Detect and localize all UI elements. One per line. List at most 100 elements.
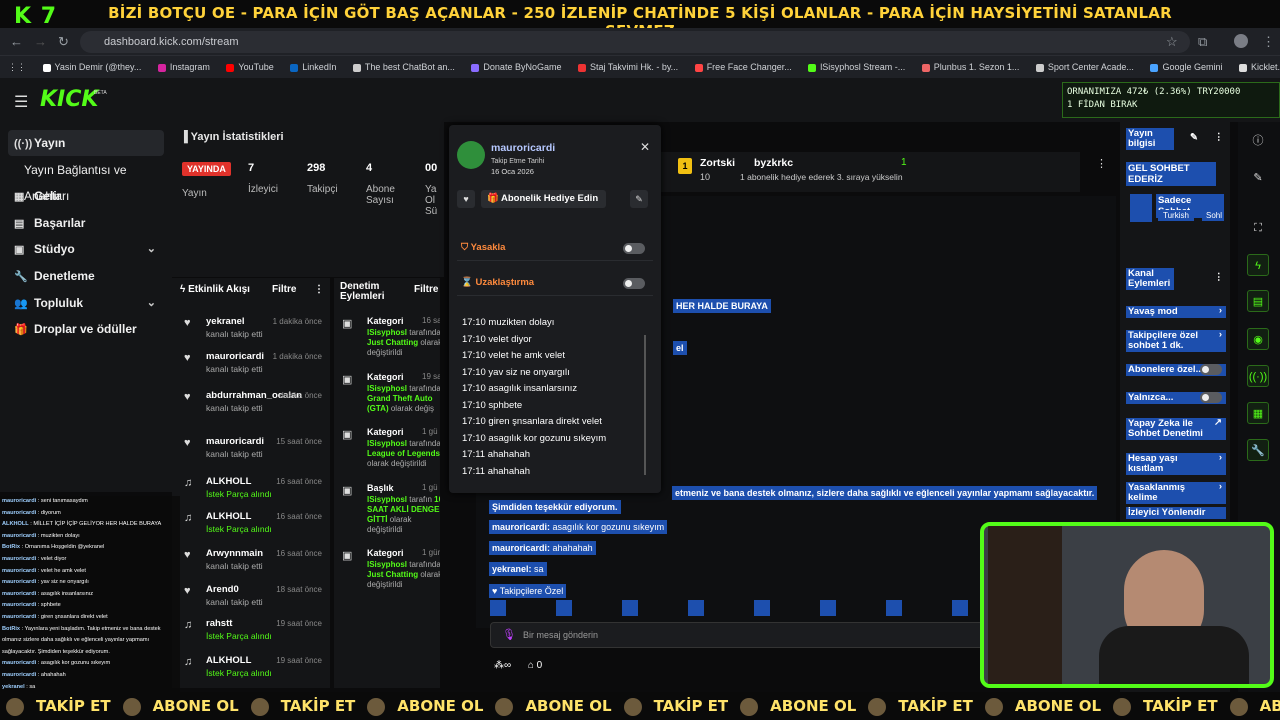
sidebar-item-community[interactable]: 👥 Topluluk ⌄ xyxy=(8,290,164,316)
rank-badge: 1 xyxy=(678,158,692,174)
mic-icon[interactable]: 🎙 xyxy=(502,628,516,641)
pencil-icon[interactable]: ✎ xyxy=(1247,167,1269,189)
chat-icon[interactable]: ◉ xyxy=(1247,328,1269,350)
emote-icon[interactable] xyxy=(820,600,836,616)
emote-icon[interactable] xyxy=(754,600,770,616)
activity-menu-icon[interactable]: ⋮ xyxy=(314,284,324,295)
emote-icon[interactable] xyxy=(490,600,506,616)
bookmark-item[interactable]: The best ChatBot an... xyxy=(352,56,455,78)
timeout-row[interactable]: ⌛ Uzaklaştırma xyxy=(457,270,653,296)
wrench-icon[interactable]: 🔧 xyxy=(1247,439,1269,461)
scrollbar[interactable] xyxy=(644,335,646,475)
animal-icon xyxy=(868,697,887,716)
sidebar-item-revenue[interactable]: ▦ Gelir xyxy=(8,183,164,209)
channel-action[interactable]: Takipçilere özel sohbet 1 dk. › xyxy=(1126,330,1226,352)
address-bar[interactable]: dashboard.kick.com/stream xyxy=(80,31,1190,53)
emote-icon[interactable] xyxy=(952,600,968,616)
bookmark-item[interactable]: Plunbus 1. Sezon 1... xyxy=(921,56,1019,78)
overlay-chat-line: mauroricardi : yav siz ne onyargılı xyxy=(2,579,89,586)
moderation-log-panel: Denetim Eylemleri Filtre ▣ Kategori 16 sa l… xyxy=(334,278,440,688)
user-name[interactable]: mauroricardi xyxy=(491,142,555,154)
k7-logo: K 7 xyxy=(14,4,58,29)
sidebar-item-drops[interactable]: 🎁 Droplar ve ödüller xyxy=(8,316,164,342)
gift-sub-button[interactable]: 🎁 Abonelik Hediye Edin xyxy=(481,190,606,208)
sidebar-item-studio[interactable]: ▣ Stüdyo ⌄ xyxy=(8,236,164,262)
ban-toggle[interactable] xyxy=(623,243,645,254)
sidebar-item-moderation[interactable]: 🔧 Denetleme xyxy=(8,263,164,289)
stream-stats-panel: ▐ Yayın İstatistikleri YAYINDA Yayın 7 İz… xyxy=(172,122,444,277)
bookmark-item[interactable]: LinkedIn xyxy=(290,56,336,78)
animal-icon xyxy=(6,697,24,716)
channel-action[interactable]: Yalnızca... xyxy=(1126,392,1226,404)
user-message: 17:10 giren şnsanlara direkt velet xyxy=(462,416,602,427)
emote-icon[interactable] xyxy=(688,600,704,616)
chat-input[interactable]: Bir mesaj gönderin xyxy=(490,622,990,648)
hamburger-menu-icon[interactable]: ☰ xyxy=(14,92,28,112)
bookmark-item[interactable]: Free Face Changer... xyxy=(694,56,792,78)
back-icon[interactable]: ← xyxy=(10,34,23,49)
channel-action[interactable]: Hesap yaşı kısıtlam › xyxy=(1126,453,1226,475)
channel-action[interactable]: Abonelere özel... xyxy=(1126,364,1226,376)
extensions-icon[interactable]: ⧉ xyxy=(1198,34,1207,50)
document-icon[interactable]: ▤ xyxy=(1247,290,1269,312)
marquee-text: ABONE OL xyxy=(1014,697,1102,715)
apps-icon[interactable]: ⋮⋮ xyxy=(8,56,26,78)
bookmark-item[interactable]: Yasin Demir (@they... xyxy=(42,56,141,78)
user-message: 17:11 ahahahah xyxy=(462,449,530,460)
log-icon: ▣ xyxy=(342,550,353,562)
reload-icon[interactable]: ↻ xyxy=(58,34,69,50)
layout-icon[interactable]: ▦ xyxy=(1247,402,1269,424)
channel-action[interactable]: İzleyici Yönlendir xyxy=(1126,507,1226,519)
sidebar-item-stream[interactable]: ((·)) Yayın xyxy=(8,130,164,156)
emote-icon[interactable] xyxy=(622,600,638,616)
bookmark-item[interactable]: YouTube xyxy=(226,56,274,78)
emote-icon[interactable]: ⁂∞ xyxy=(494,660,511,671)
activity-filter-button[interactable]: Filtre xyxy=(272,284,296,295)
channel-action[interactable]: Yavaş mod › xyxy=(1126,306,1226,318)
menu-dots-icon[interactable]: ⋮ xyxy=(1214,272,1226,283)
emote-icon[interactable] xyxy=(556,600,572,616)
toggle[interactable] xyxy=(1200,392,1222,403)
kick-logo[interactable]: KICK xyxy=(40,87,98,112)
channel-action[interactable]: Yapay Zeka ile Sohbet Denetimi ↗ xyxy=(1126,418,1226,440)
bookmark-item[interactable]: Instagram xyxy=(157,56,210,78)
second-user-name: byzkrkc xyxy=(754,157,794,169)
bookmark-item[interactable]: Kicklet.app - Kick C... xyxy=(1239,56,1280,78)
bookmark-item[interactable]: Sport Center Acade... xyxy=(1035,56,1134,78)
menu-dots-icon[interactable]: ⋮ xyxy=(1214,132,1226,143)
tag[interactable]: Turkish xyxy=(1158,210,1194,221)
close-icon[interactable]: ✕ xyxy=(640,140,650,154)
forward-icon[interactable]: → xyxy=(34,34,47,49)
heart-icon[interactable]: ♥ xyxy=(457,190,475,208)
bookmark-item[interactable]: Staj Takvimi Hk. - by... xyxy=(577,56,678,78)
emote-icon[interactable] xyxy=(886,600,902,616)
user-message: 17:10 sphbete xyxy=(462,399,523,411)
ban-row[interactable]: ⛉ Yasakla xyxy=(457,235,653,261)
profile-avatar[interactable] xyxy=(1234,34,1248,48)
store-icon[interactable]: ⌂ xyxy=(528,660,534,671)
bookmark-item[interactable]: Google Gemini xyxy=(1150,56,1222,78)
edit-icon[interactable]: ✎ xyxy=(1190,132,1202,143)
menu-dots-icon[interactable]: ⋮ xyxy=(1096,157,1107,170)
bookmark-item[interactable]: Donate ByNoGame xyxy=(471,56,561,78)
tag[interactable]: Sohl xyxy=(1202,210,1224,221)
fullscreen-icon[interactable]: ⛶ xyxy=(1247,217,1269,239)
sidebar-item-stream-key[interactable]: Yayın Bağlantısı ve Anahtarı xyxy=(8,157,164,203)
info-icon[interactable]: ⓘ xyxy=(1247,130,1269,152)
log-icon: ▣ xyxy=(342,318,353,330)
menu-dots-icon[interactable]: ⋮ xyxy=(1262,34,1275,50)
modlog-filter-button[interactable]: Filtre xyxy=(414,284,438,295)
channel-action[interactable]: Yasaklanmış kelime › xyxy=(1126,482,1226,504)
timeout-toggle[interactable] xyxy=(623,278,645,289)
lightning-icon[interactable]: ϟ xyxy=(1247,254,1269,276)
broadcast-icon[interactable]: ((·)) xyxy=(1247,365,1269,387)
modlog-title: Denetim Eylemleri xyxy=(340,281,385,302)
toggle[interactable] xyxy=(1200,364,1222,375)
user-message: 17:10 asagılık insanlarsınız xyxy=(462,383,578,394)
sidebar-item-achievements[interactable]: ▤ Başarılar xyxy=(8,210,164,236)
animal-icon xyxy=(1113,697,1132,716)
bookmark-star-icon[interactable]: ☆ xyxy=(1166,34,1178,50)
marquee-text: TAKİP ET xyxy=(653,697,729,715)
edit-icon[interactable]: ✎ xyxy=(630,190,648,208)
bookmark-item[interactable]: lSisyphosl Stream -... xyxy=(808,56,905,78)
